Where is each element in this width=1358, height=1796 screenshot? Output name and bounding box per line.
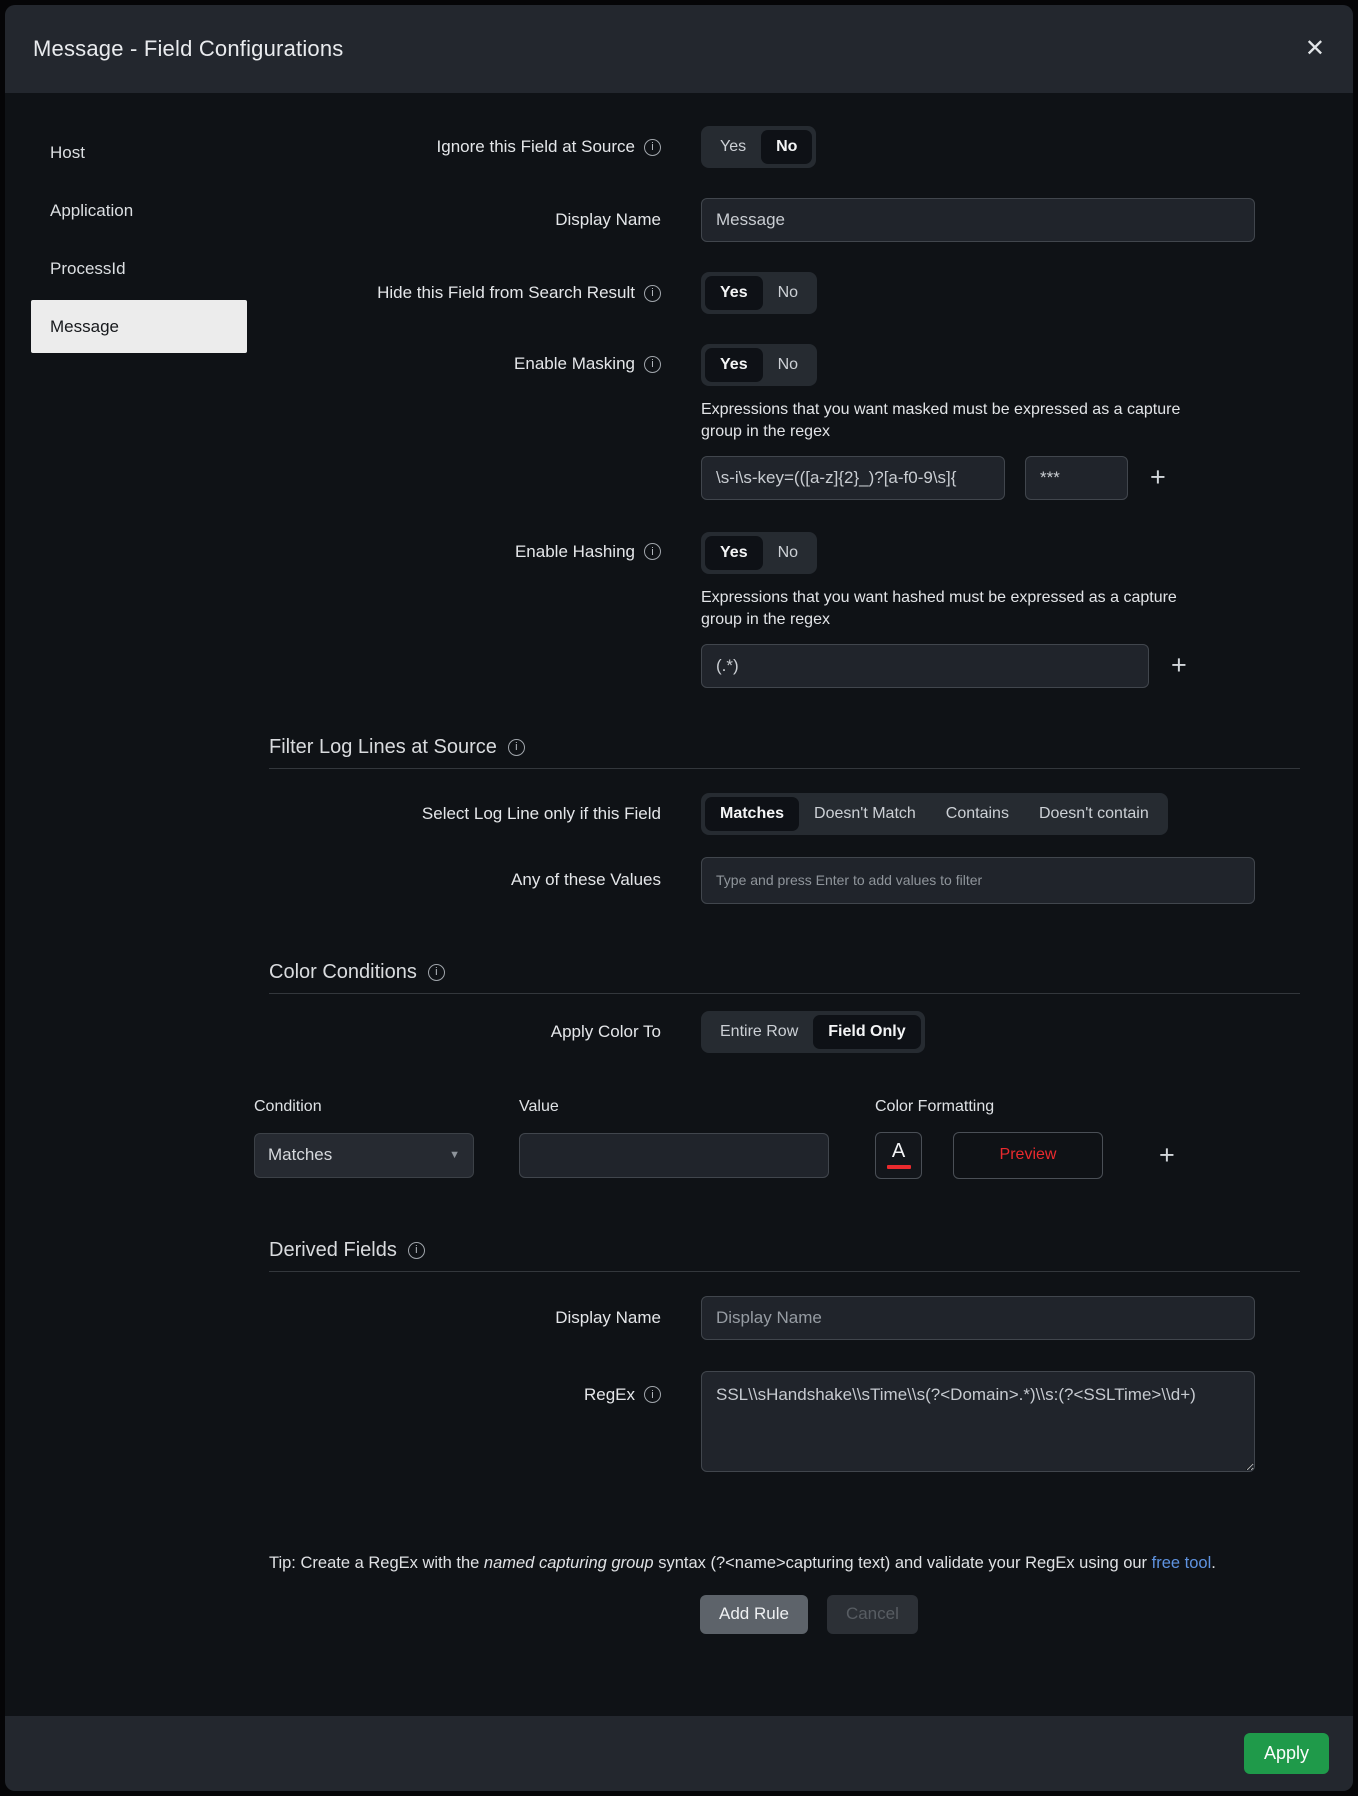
info-icon[interactable]: i <box>407 1241 425 1259</box>
enable-masking-row: Enable Masking i Yes No Expressions that… <box>5 344 1353 500</box>
preview-button[interactable]: Preview <box>953 1131 1103 1179</box>
add-color-condition-icon[interactable]: + <box>1159 1141 1175 1169</box>
enable-hashing-label: Enable Hashing <box>514 541 635 561</box>
condition-value-input[interactable] <box>519 1132 829 1178</box>
hide-field-label: Hide this Field from Search Result <box>377 283 635 302</box>
match-option-doesnt-contain[interactable]: Doesn't contain <box>1024 797 1164 831</box>
color-condition-labels: Condition Value Color Formatting <box>254 1098 1353 1116</box>
filter-values-row: Any of these Values <box>5 856 1353 904</box>
hide-field-no[interactable]: No <box>763 276 813 310</box>
apply-button[interactable]: Apply <box>1243 1733 1329 1774</box>
match-type-label: Select Log Line only if this Field <box>421 803 661 823</box>
info-icon[interactable]: i <box>644 284 661 302</box>
enable-hashing-row: Enable Hashing i Yes No Expressions that… <box>5 531 1353 688</box>
filter-values-label: Any of these Values <box>511 870 661 890</box>
info-icon[interactable]: i <box>507 738 525 756</box>
display-name-input[interactable] <box>701 198 1255 242</box>
sidebar-item-message[interactable]: Message <box>31 300 247 353</box>
match-type-segmented: Matches Doesn't Match Contains Doesn't c… <box>701 792 1168 835</box>
cancel-button[interactable]: Cancel <box>826 1594 918 1634</box>
color-section-heading: Color Conditions i <box>269 961 1353 984</box>
condition-label: Condition <box>254 1097 322 1115</box>
modal-footer: Apply <box>5 1716 1353 1791</box>
font-color-letter: A <box>891 1140 906 1163</box>
section-divider <box>269 1270 1300 1272</box>
match-option-contains[interactable]: Contains <box>931 797 1024 831</box>
hashing-helper-text: Expressions that you want hashed must be… <box>701 588 1177 629</box>
filter-values-input[interactable] <box>701 856 1255 904</box>
enable-hashing-toggle: Yes No <box>701 531 818 574</box>
font-color-button[interactable]: A <box>875 1131 922 1179</box>
modal-body: Host Application ProcessId Message Ignor… <box>5 93 1353 1716</box>
filter-section-heading: Filter Log Lines at Source i <box>269 736 1353 759</box>
info-icon[interactable]: i <box>644 138 661 156</box>
add-hashing-rule-icon[interactable]: + <box>1171 652 1187 679</box>
field-configurations-modal: Message - Field Configurations ✕ Host Ap… <box>5 5 1353 1791</box>
derived-regex-row: RegEx i SSL\\sHandshake\\sTime\\s(?<Doma… <box>5 1370 1353 1477</box>
close-icon[interactable]: ✕ <box>1305 37 1325 61</box>
ignore-field-no[interactable]: No <box>761 130 813 164</box>
apply-color-label: Apply Color To <box>550 1021 661 1041</box>
enable-masking-toggle: Yes No <box>701 344 818 386</box>
field-sidebar: Host Application ProcessId Message <box>31 126 247 358</box>
derived-regex-label: RegEx <box>583 1384 635 1404</box>
display-name-label: Display Name <box>555 210 661 229</box>
info-icon[interactable]: i <box>644 1386 661 1404</box>
modal-header: Message - Field Configurations ✕ <box>5 5 1353 93</box>
section-divider <box>269 992 1300 994</box>
hashing-regex-input[interactable] <box>701 643 1149 688</box>
match-type-row: Select Log Line only if this Field Match… <box>5 792 1353 835</box>
add-rule-button[interactable]: Add Rule <box>700 1594 808 1634</box>
chevron-down-icon: ▼ <box>449 1149 460 1162</box>
condition-select[interactable]: Matches ▼ <box>254 1132 474 1178</box>
apply-color-toggle: Entire Row Field Only <box>701 1010 925 1053</box>
free-tool-link[interactable]: free tool <box>1152 1554 1212 1572</box>
sidebar-item-host[interactable]: Host <box>31 126 247 179</box>
enable-hashing-no[interactable]: No <box>763 536 813 570</box>
hide-field-yes[interactable]: Yes <box>705 276 763 310</box>
apply-color-entire-row[interactable]: Entire Row <box>705 1015 813 1049</box>
derived-section-heading: Derived Fields i <box>269 1239 1353 1262</box>
field-configurations-screen: Message - Field Configurations ✕ Host Ap… <box>0 0 1358 1796</box>
add-masking-rule-icon[interactable]: + <box>1150 464 1166 491</box>
derived-display-name-label: Display Name <box>555 1307 661 1327</box>
enable-masking-label: Enable Masking <box>514 354 635 373</box>
font-color-swatch <box>886 1165 911 1170</box>
ignore-field-yes[interactable]: Yes <box>705 130 761 164</box>
apply-color-field-only[interactable]: Field Only <box>813 1014 921 1049</box>
enable-masking-yes[interactable]: Yes <box>705 348 763 382</box>
value-label: Value <box>519 1097 559 1115</box>
info-icon[interactable]: i <box>644 355 661 373</box>
section-divider <box>269 767 1300 769</box>
enable-hashing-yes[interactable]: Yes <box>705 535 763 570</box>
enable-masking-no[interactable]: No <box>763 348 813 382</box>
info-icon[interactable]: i <box>427 963 445 981</box>
match-option-doesnt-match[interactable]: Doesn't Match <box>799 797 931 831</box>
hide-field-toggle: Yes No <box>701 272 818 314</box>
match-option-matches[interactable]: Matches <box>705 796 800 831</box>
masking-regex-input[interactable] <box>701 455 1005 500</box>
color-condition-controls: Matches ▼ A Preview + <box>254 1131 1353 1179</box>
masking-helper-text: Expressions that you want masked must be… <box>701 401 1181 441</box>
apply-color-row: Apply Color To Entire Row Field Only <box>5 1010 1353 1053</box>
derived-actions: Add Rule Cancel <box>700 1594 1353 1634</box>
modal-title: Message - Field Configurations <box>33 36 344 61</box>
derived-display-name-input[interactable] <box>701 1295 1255 1340</box>
ignore-field-label: Ignore this Field at Source <box>436 137 635 156</box>
info-icon[interactable]: i <box>644 543 661 561</box>
color-formatting-label: Color Formatting <box>875 1097 995 1115</box>
masking-replacement-input[interactable] <box>1025 455 1128 500</box>
sidebar-item-application[interactable]: Application <box>31 184 247 237</box>
ignore-field-toggle: Yes No <box>701 126 817 168</box>
regex-tip-text: Tip: Create a RegEx with the named captu… <box>269 1553 1216 1572</box>
sidebar-item-processid[interactable]: ProcessId <box>31 242 247 295</box>
derived-regex-textarea[interactable]: SSL\\sHandshake\\sTime\\s(?<Domain>.*)\\… <box>701 1370 1255 1472</box>
derived-display-name-row: Display Name <box>5 1295 1353 1340</box>
